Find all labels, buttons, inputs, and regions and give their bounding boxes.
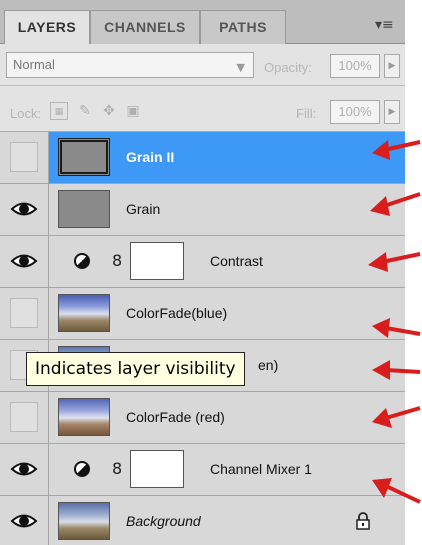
eye-icon <box>10 514 38 528</box>
lock-all-icon[interactable]: ▣ <box>124 102 142 120</box>
layer-name: Background <box>126 513 201 529</box>
layer-name: Grain II <box>126 149 175 165</box>
fill-input[interactable]: 100% <box>330 100 380 124</box>
visibility-toggle[interactable] <box>0 132 49 183</box>
dropdown-arrow-icon: ▼ <box>236 61 245 74</box>
opacity-label: Opacity: <box>264 60 312 75</box>
link-chain-icon[interactable]: 8 <box>112 458 122 480</box>
annotation-arrow <box>368 252 421 272</box>
adjustment-layer-icon <box>74 253 90 269</box>
eye-icon <box>10 254 38 268</box>
visibility-toggle[interactable] <box>0 444 49 495</box>
tooltip: Indicates layer visibility <box>26 352 245 386</box>
blend-mode-value: Normal <box>13 57 55 72</box>
layer-thumbnail <box>58 138 110 176</box>
visibility-empty-box <box>10 142 38 172</box>
layer-name: Contrast <box>210 253 263 269</box>
annotation-arrow <box>372 140 421 160</box>
blend-mode-row: Normal ▼ Opacity: 100% ▶ <box>0 44 405 86</box>
visibility-toggle[interactable] <box>0 392 49 443</box>
visibility-empty-box <box>10 298 38 328</box>
layer-thumbnail <box>58 398 110 436</box>
tab-channels[interactable]: CHANNELS <box>90 10 200 44</box>
eye-icon <box>10 202 38 216</box>
tab-paths[interactable]: PATHS <box>200 10 286 44</box>
lock-label: Lock: <box>10 106 42 121</box>
layer-thumbnail <box>58 502 110 540</box>
panel-tab-bar: LAYERS CHANNELS PATHS ▾≡ <box>0 0 405 45</box>
annotation-arrow <box>372 478 421 504</box>
layer-name: Grain <box>126 201 161 217</box>
fill-slider-arrow-icon[interactable]: ▶ <box>384 100 400 124</box>
annotation-arrow <box>372 318 421 338</box>
blend-mode-select[interactable]: Normal ▼ <box>6 52 254 78</box>
opacity-slider-arrow-icon[interactable]: ▶ <box>384 54 400 78</box>
lock-icon <box>356 512 370 530</box>
annotation-arrow <box>370 192 421 216</box>
layer-mask-thumbnail[interactable] <box>130 242 184 280</box>
adjustment-layer-icon <box>74 461 90 477</box>
visibility-toggle[interactable] <box>0 496 49 545</box>
lock-position-icon[interactable]: ✥ <box>100 102 118 120</box>
visibility-toggle[interactable] <box>0 288 49 339</box>
layer-thumbnail <box>58 294 110 332</box>
visibility-empty-box <box>10 402 38 432</box>
layer-name: Channel Mixer 1 <box>210 461 312 477</box>
tab-layers[interactable]: LAYERS <box>4 10 90 45</box>
layer-thumbnail <box>58 190 110 228</box>
lock-transparent-pixels-icon[interactable]: ▦ <box>50 102 68 120</box>
visibility-toggle[interactable] <box>0 184 49 235</box>
layer-name: ColorFade(blue) <box>126 305 228 321</box>
panel-menu-icon[interactable]: ▾≡ <box>375 18 395 32</box>
annotation-arrow <box>372 406 421 428</box>
link-chain-icon[interactable]: 8 <box>112 250 122 272</box>
lock-row: Lock: ▦ ✎ ✥ ▣ Fill: 100% ▶ <box>0 86 405 132</box>
opacity-input[interactable]: 100% <box>330 54 380 78</box>
layer-name: en) <box>258 357 279 373</box>
eye-icon <box>10 462 38 476</box>
annotation-arrow <box>372 360 421 380</box>
layer-mask-thumbnail[interactable] <box>130 450 184 488</box>
layer-name: ColorFade (red) <box>126 409 225 425</box>
fill-label: Fill: <box>296 106 317 121</box>
visibility-toggle[interactable] <box>0 236 49 287</box>
lock-image-pixels-icon[interactable]: ✎ <box>76 102 94 120</box>
